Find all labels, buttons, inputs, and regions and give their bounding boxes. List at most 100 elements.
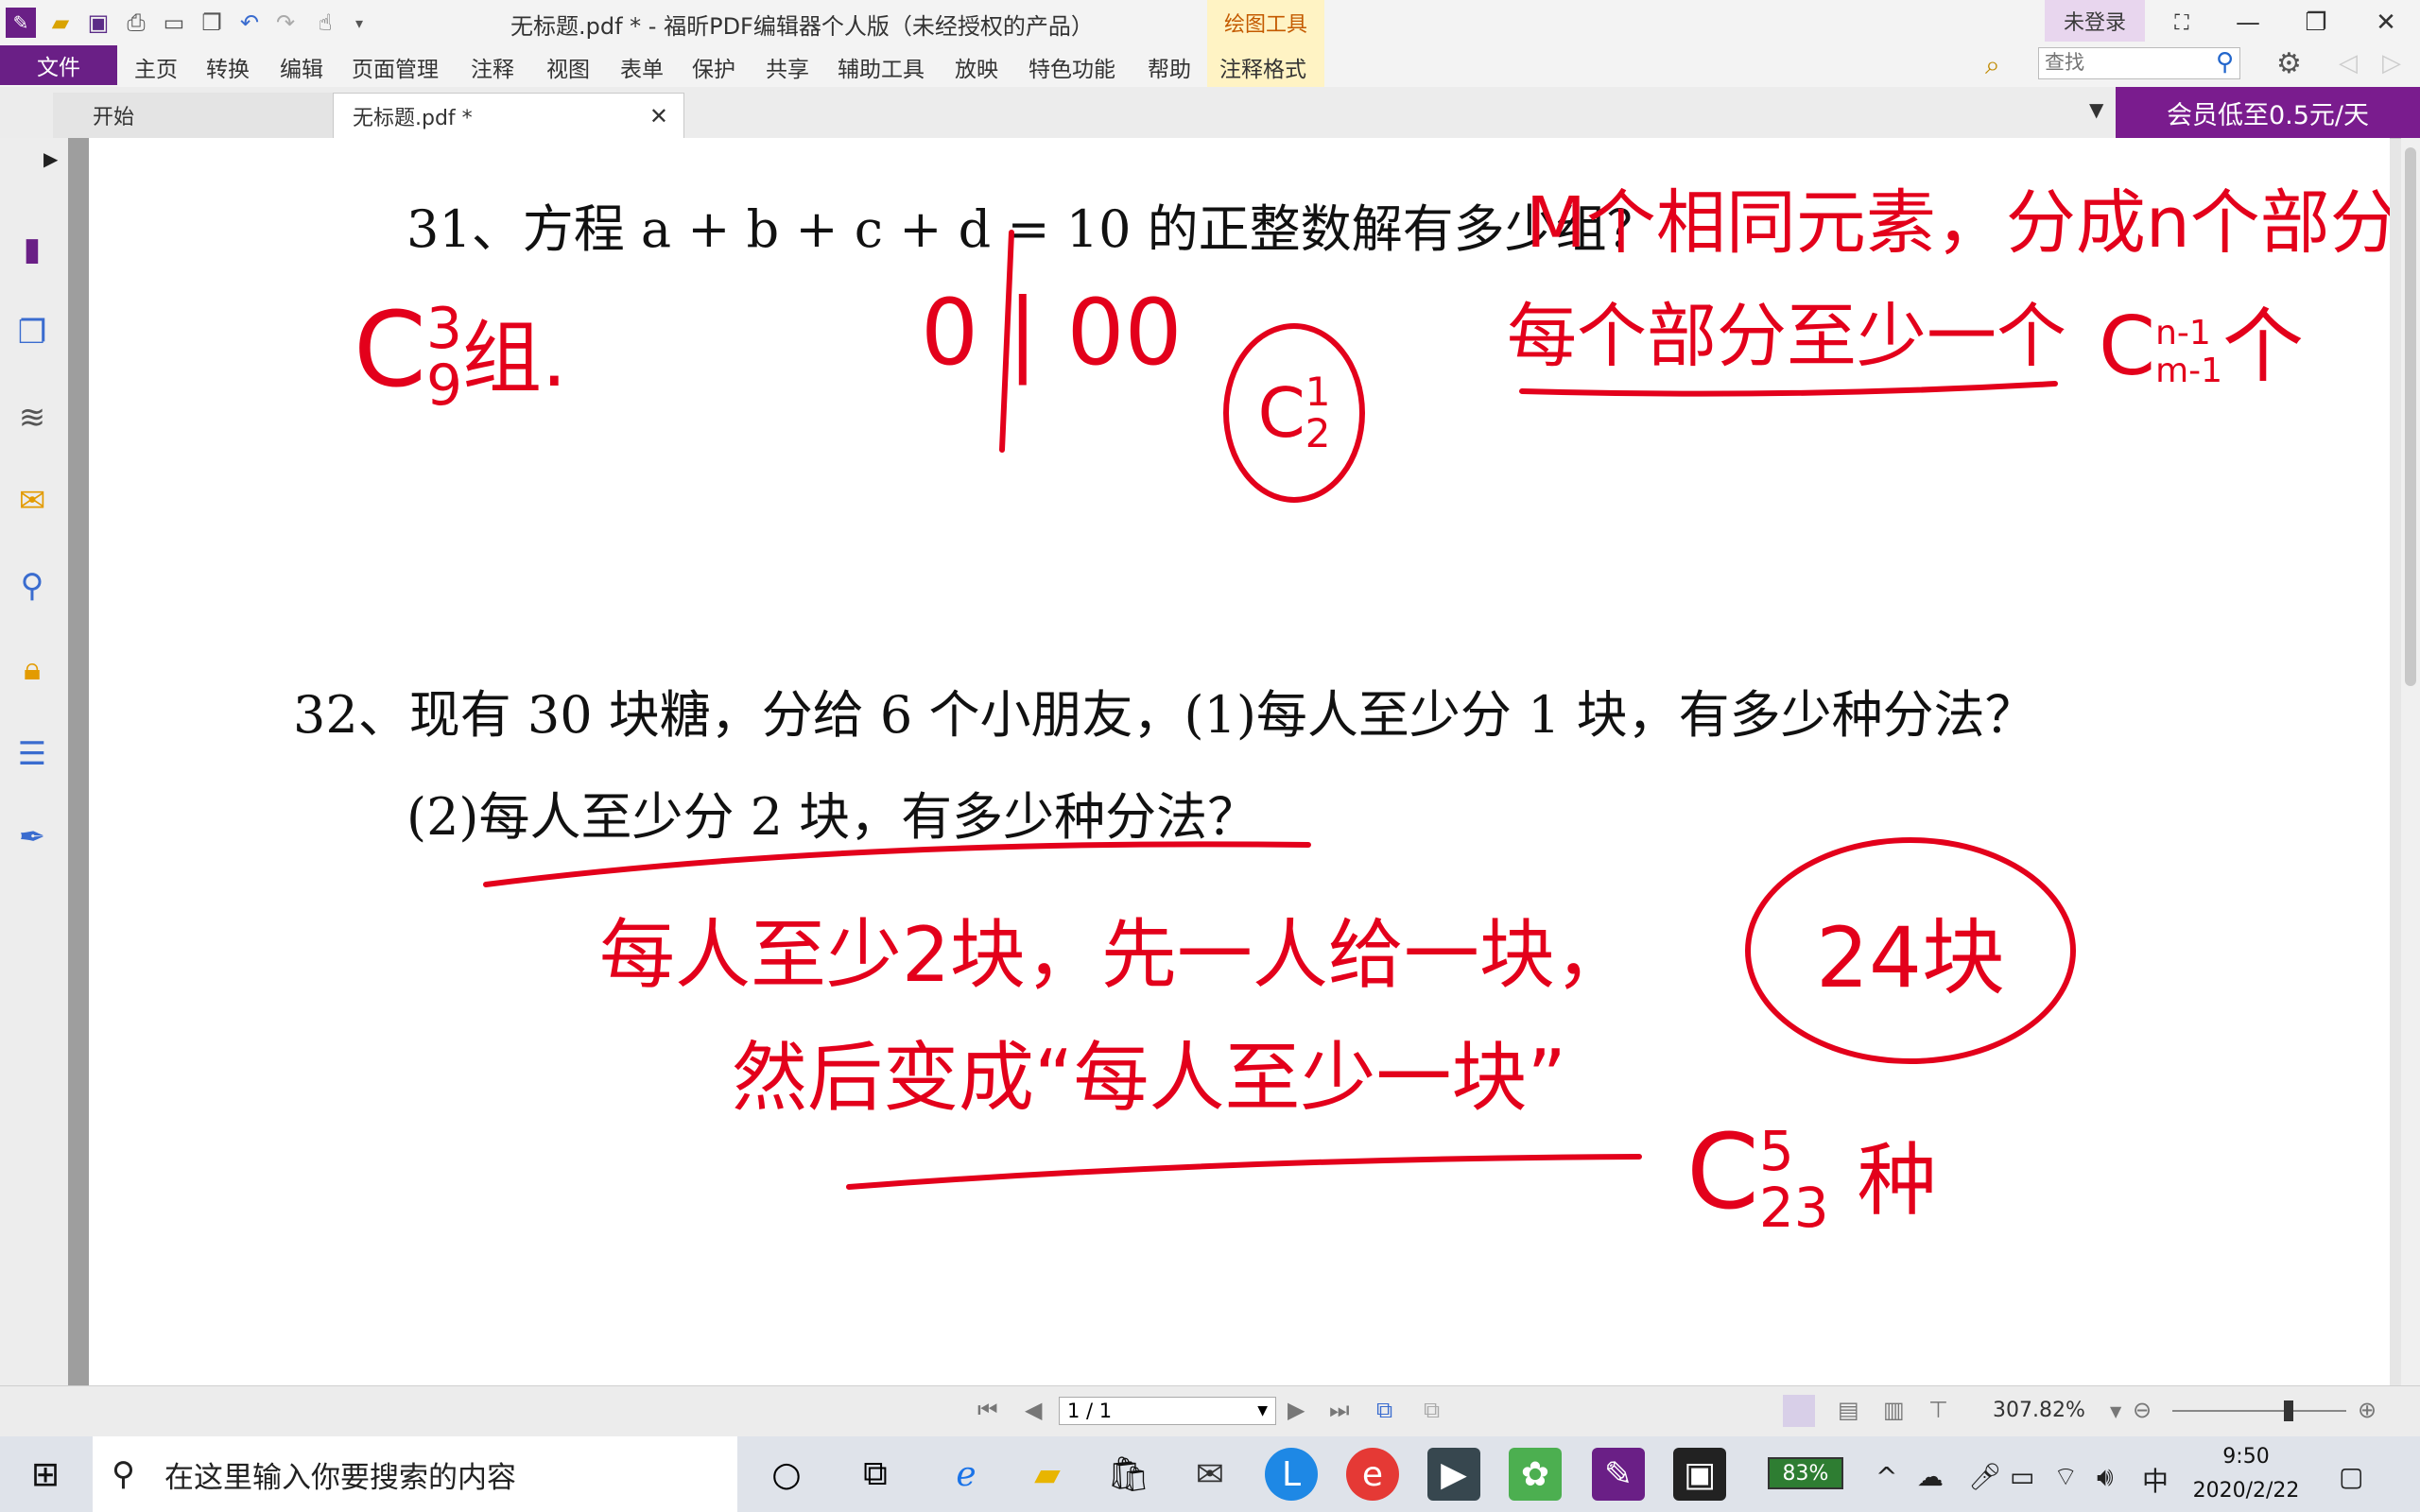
menu-convert[interactable]: 转换 [206,51,250,83]
restore-button[interactable]: ❐ [2288,4,2344,42]
system-clock[interactable]: 9:50 2020/2/22 [2180,1440,2312,1508]
page-dropdown-icon[interactable]: ▼ [1257,1403,1268,1418]
onedrive-icon[interactable]: ☁ [1917,1461,1944,1492]
hand-tool-icon[interactable]: ☝ [310,8,340,38]
video-recorder-icon[interactable]: ▣ [1673,1448,1726,1501]
zoom-dropdown-icon[interactable]: ▼ [2110,1402,2121,1420]
battery-indicator[interactable]: 83% [1768,1457,1843,1489]
windows-start-icon[interactable]: ⊞ [19,1448,72,1501]
volume-icon[interactable]: 🔊︎ [2097,1461,2114,1493]
media-player-icon[interactable]: ▶ [1427,1448,1480,1501]
last-page-icon[interactable]: ⏭ [1329,1397,1350,1423]
expand-panel-icon[interactable]: ▶ [43,147,58,170]
split-view-icon[interactable]: ⊤ [1928,1397,1948,1423]
browser-e-icon[interactable]: e [1346,1448,1399,1501]
next-view-icon[interactable]: ⧉ [1424,1397,1440,1423]
menu-slideshow[interactable]: 放映 [955,51,998,83]
forward-arrow-icon[interactable]: ▷ [2382,49,2401,77]
search-input[interactable] [2039,48,2211,77]
tab-document[interactable]: 无标题.pdf * ✕ [333,93,684,138]
vertical-scrollbar[interactable] [2401,138,2420,1385]
task-view-icon[interactable]: ⧉ [849,1448,902,1501]
page-number-input[interactable]: 1 / 1 ▼ [1059,1397,1276,1425]
taskbar-search-icon: ⚲ [112,1455,135,1493]
menu-form[interactable]: 表单 [620,51,664,83]
menu-annotation-format[interactable]: 注释格式 [1219,51,1306,83]
microphone-icon[interactable]: 🎤︎ [1968,1461,2002,1492]
prev-page-icon[interactable]: ◀ [1025,1397,1042,1423]
page-number-value: 1 / 1 [1067,1400,1113,1422]
tab-drawing-tools[interactable]: 绘图工具 [1207,0,1324,45]
taskbar-search-box[interactable]: ⚲ 在这里输入你要搜索的内容 [93,1436,737,1512]
menu-share[interactable]: 共享 [766,51,809,83]
security-lock-icon[interactable]: 🔒︎ [11,648,53,690]
save-icon[interactable]: ▣ [83,8,113,38]
battery-icon[interactable]: ▭ [2010,1461,2034,1492]
signature-tool-icon[interactable]: ✒ [11,816,53,858]
zoom-out-icon[interactable]: ⊖ [2133,1397,2152,1423]
settings-gear-icon[interactable]: ⚙ [2276,47,2302,80]
mail-icon[interactable]: ✉ [1184,1448,1236,1501]
menu-home[interactable]: 主页 [134,51,178,83]
facing-view-icon[interactable]: ▥ [1883,1397,1905,1423]
minimize-button[interactable]: — [2220,4,2276,42]
fullscreen-icon[interactable]: ⛶ [2153,4,2210,42]
next-page-icon[interactable]: ▶ [1288,1397,1305,1423]
pdf-page-view[interactable]: 31、方程 a + b + c + d = 10 的正整数解有多少组？ 32、现… [89,138,2390,1385]
sidebar-splitter[interactable] [68,138,89,1385]
foxit-editor-icon[interactable]: ✎ [1592,1448,1645,1501]
menu-edit[interactable]: 编辑 [280,51,323,83]
ime-indicator[interactable]: 中 [2142,1461,2169,1499]
folder-search-icon[interactable]: ⌕ [1985,49,2000,81]
zoom-slider-track[interactable] [2172,1410,2346,1412]
app-logo-icon[interactable]: ✎ [6,8,36,38]
zoom-in-icon[interactable]: ⊕ [2358,1397,2377,1423]
attachment-icon[interactable]: ⚲ [11,565,53,607]
tab-start[interactable]: 开始 [53,93,337,138]
new-doc-icon[interactable]: ❐ [197,8,227,38]
pages-thumbnail-icon[interactable]: ❐ [11,312,53,353]
menu-help[interactable]: 帮助 [1148,51,1191,83]
membership-promo-banner[interactable]: 会员低至0.5元/天 [2116,87,2420,138]
menu-comment[interactable]: 注释 [471,51,514,83]
menu-protect[interactable]: 保护 [692,51,735,83]
redo-icon[interactable]: ↷ [270,8,301,38]
continuous-view-icon[interactable]: ▤ [1838,1397,1859,1423]
cortana-icon[interactable]: ○ [760,1448,813,1501]
search-field[interactable]: ⚲ [2038,47,2240,79]
single-page-view-icon[interactable] [1783,1395,1815,1427]
undo-icon[interactable]: ↶ [234,8,265,38]
form-fields-icon[interactable]: ☰ [11,733,53,775]
open-folder-icon[interactable]: ▰ [45,8,76,38]
back-arrow-icon[interactable]: ◁ [2339,49,2358,77]
clock-app-icon[interactable]: L [1265,1448,1318,1501]
customize-dropdown-icon[interactable]: ▾ [344,8,374,38]
comments-icon[interactable]: ✉ [11,480,53,522]
previous-view-icon[interactable]: ⧉ [1376,1397,1392,1423]
tray-expand-icon[interactable]: ^ [1876,1461,1897,1492]
scan-icon[interactable]: ▭ [159,8,189,38]
search-icon[interactable]: ⚲ [2216,48,2234,77]
wifi-icon[interactable]: ⌔ [2053,1461,2078,1494]
menu-page-management[interactable]: 页面管理 [352,51,439,83]
zoom-level[interactable]: 307.82% [1993,1399,2085,1422]
layers-icon[interactable]: ≋ [11,397,53,438]
wechat-icon[interactable]: ✿ [1509,1448,1562,1501]
file-explorer-icon[interactable]: ▰ [1021,1448,1074,1501]
scroll-thumb[interactable] [2405,147,2416,686]
zoom-slider-handle[interactable] [2284,1400,2293,1421]
tab-list-dropdown-icon[interactable]: ▼ [2089,98,2103,121]
print-icon[interactable]: ⎙ [121,8,151,38]
notification-center-icon[interactable]: ▢ [2339,1461,2363,1492]
login-button[interactable]: 未登录 [2045,0,2145,42]
menu-accessibility-tools[interactable]: 辅助工具 [838,51,925,83]
close-button[interactable]: ✕ [2358,4,2414,42]
first-page-icon[interactable]: ⏮ [977,1397,998,1423]
edge-browser-icon[interactable]: ℯ [940,1448,993,1501]
menu-special-features[interactable]: 特色功能 [1028,51,1115,83]
menu-view[interactable]: 视图 [546,51,590,83]
store-icon[interactable]: 🛍︎ [1102,1448,1155,1501]
close-tab-icon[interactable]: ✕ [649,103,668,129]
bookmark-icon[interactable]: ▮ [11,229,53,270]
file-menu[interactable]: 文件 [0,45,117,85]
